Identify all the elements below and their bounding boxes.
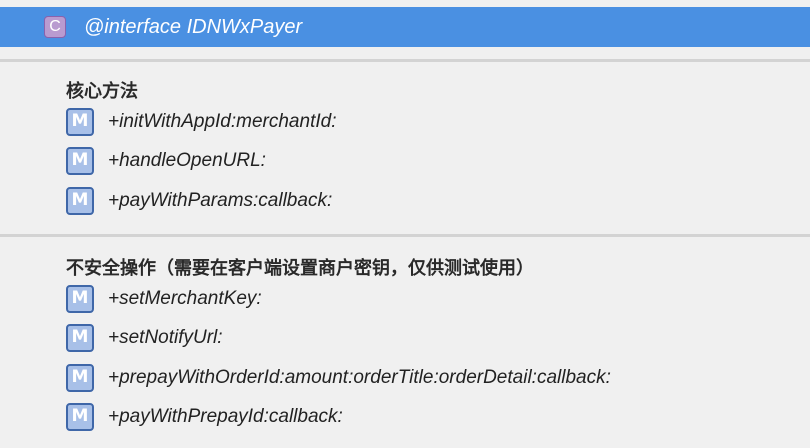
method-label: +payWithParams:callback: [108, 190, 333, 211]
method-item[interactable]: M +setNotifyUrl: [66, 324, 223, 352]
section-title-core-methods: 核心方法 [66, 81, 138, 102]
method-item[interactable]: M +prepayWithOrderId:amount:orderTitle:o… [66, 364, 611, 392]
method-item[interactable]: M +setMerchantKey: [66, 285, 262, 313]
method-label: +setNotifyUrl: [108, 327, 223, 348]
method-label: +payWithPrepayId:callback: [108, 406, 343, 427]
method-item[interactable]: M +payWithParams:callback: [66, 187, 332, 215]
method-icon: M [66, 147, 94, 175]
method-icon: M [66, 187, 94, 215]
method-item[interactable]: M +initWithAppId:merchantId: [66, 108, 336, 136]
method-item[interactable]: M +handleOpenURL: [66, 147, 266, 175]
method-label: +handleOpenURL: [108, 150, 266, 171]
method-icon: M [66, 285, 94, 313]
method-label: +setMerchantKey: [108, 288, 262, 309]
section-divider [0, 234, 810, 237]
method-item[interactable]: M +payWithPrepayId:callback: [66, 403, 343, 431]
class-icon: C [44, 16, 66, 38]
method-icon: M [66, 403, 94, 431]
method-label: +initWithAppId:merchantId: [108, 111, 337, 132]
section-title-unsafe-operations: 不安全操作（需要在客户端设置商户密钥，仅供测试使用） [66, 258, 534, 279]
interface-header-row[interactable]: C @interface IDNWxPayer [0, 7, 810, 47]
interface-title: @interface IDNWxPayer [84, 16, 303, 38]
section-divider [0, 59, 810, 62]
method-icon: M [66, 324, 94, 352]
method-icon: M [66, 108, 94, 136]
method-label: +prepayWithOrderId:amount:orderTitle:ord… [108, 367, 611, 388]
method-icon: M [66, 364, 94, 392]
